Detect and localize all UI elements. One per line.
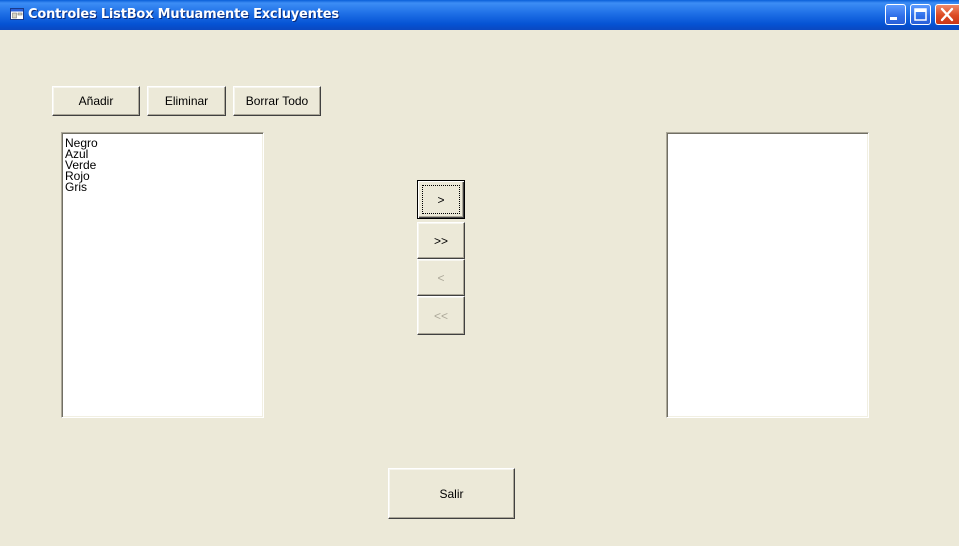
focus-indicator [422, 185, 460, 214]
list-item[interactable]: Rojo [64, 170, 263, 182]
move-one-right-button[interactable]: > [417, 180, 465, 219]
move-one-left-button[interactable]: < [417, 259, 465, 296]
close-icon [940, 7, 954, 22]
left-listbox[interactable]: Negro Azul Verde Rojo Gris [61, 132, 264, 418]
maximize-icon [914, 8, 927, 21]
window-title: Controles ListBox Mutuamente Excluyentes [28, 7, 339, 22]
list-item[interactable]: Gris [64, 181, 263, 193]
title-bar[interactable]: Controles ListBox Mutuamente Excluyentes [0, 0, 959, 30]
app-window: Controles ListBox Mutuamente Excluyentes… [0, 0, 959, 546]
maximize-button[interactable] [910, 4, 931, 25]
minimize-icon [890, 17, 897, 20]
list-item[interactable]: Negro [64, 137, 263, 149]
right-listbox[interactable] [666, 132, 869, 418]
remove-button[interactable]: Eliminar [147, 86, 226, 116]
exit-button[interactable]: Salir [388, 468, 515, 519]
close-button[interactable] [935, 4, 959, 25]
app-form-icon [10, 8, 24, 20]
list-item[interactable]: Verde [64, 159, 263, 171]
add-button[interactable]: Añadir [52, 86, 140, 116]
clear-all-button[interactable]: Borrar Todo [233, 86, 321, 116]
minimize-button[interactable] [885, 4, 906, 25]
move-all-right-button[interactable]: >> [417, 222, 465, 259]
move-all-left-button[interactable]: << [417, 296, 465, 335]
